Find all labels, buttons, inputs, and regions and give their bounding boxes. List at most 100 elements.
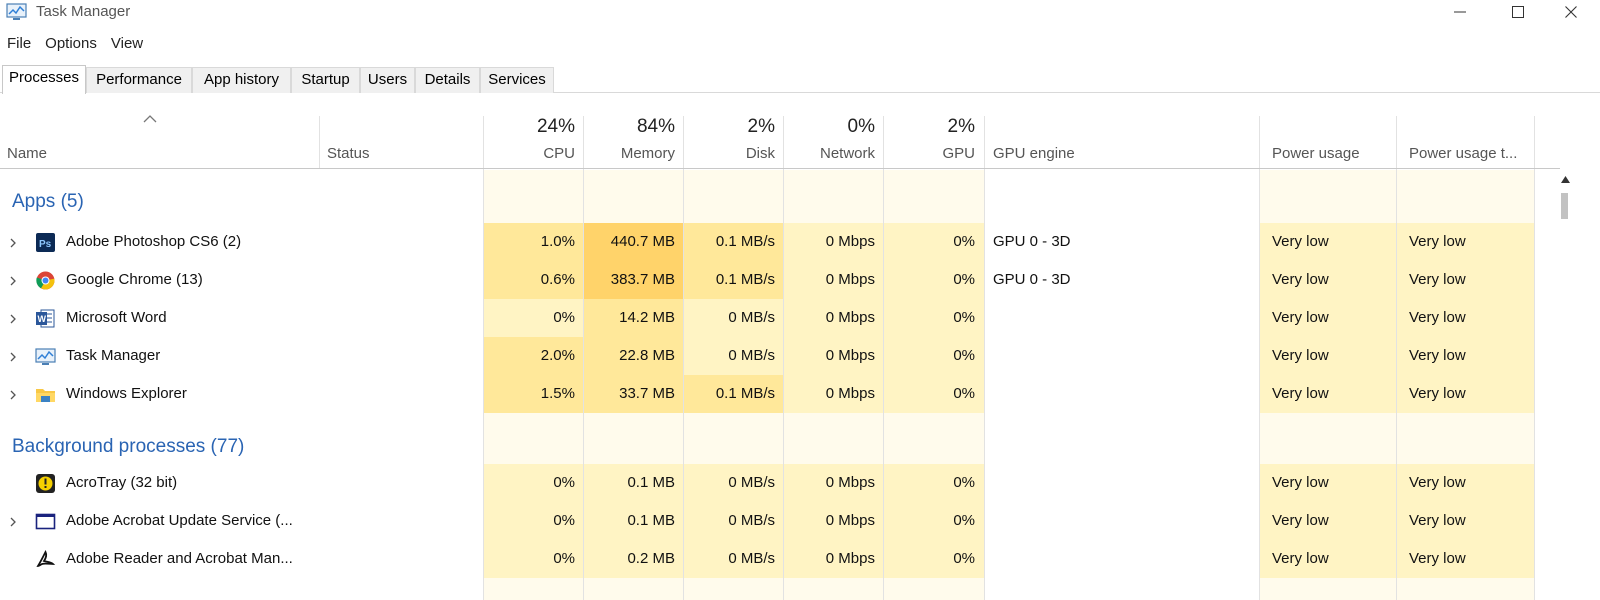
process-name[interactable]: Adobe Photoshop CS6 (2) — [66, 223, 316, 261]
expand-chevron-icon[interactable] — [7, 312, 19, 324]
cell-network: 0 Mbps — [825, 309, 875, 326]
group-background-title[interactable]: Background processes (77) — [12, 436, 244, 458]
tab-app-history[interactable]: App history — [192, 67, 291, 93]
task-manager-icon — [35, 346, 56, 367]
column-header-status[interactable]: Status — [327, 145, 370, 162]
cell-cpu: 0% — [553, 309, 575, 326]
acrobat-icon — [35, 549, 56, 570]
cell-gpu: 0% — [953, 309, 975, 326]
cell-power: Very low — [1272, 474, 1329, 491]
service-window-icon — [35, 511, 56, 532]
cell-gpu: 0% — [953, 474, 975, 491]
cell-cpu: 0% — [553, 474, 575, 491]
process-name[interactable]: Task Manager — [66, 337, 316, 375]
column-header-disk[interactable]: Disk — [683, 145, 775, 162]
chrome-icon — [35, 270, 56, 291]
cell-power: Very low — [1272, 271, 1329, 288]
process-name[interactable]: AcroTray (32 bit) — [66, 464, 316, 502]
folder-icon — [35, 384, 56, 405]
menu-file[interactable]: File — [0, 33, 38, 55]
cell-gpu-engine — [993, 540, 1253, 578]
cell-gpu: 0% — [953, 512, 975, 529]
column-header-memory[interactable]: Memory — [583, 145, 675, 162]
cell-gpu-engine: GPU 0 - 3D — [993, 271, 1071, 288]
cell-gpu: 0% — [953, 550, 975, 567]
disk-total-percent: 2% — [747, 116, 775, 137]
cell-power-trend: Very low — [1409, 385, 1466, 402]
cell-power-trend: Very low — [1409, 233, 1466, 250]
group-apps-title[interactable]: Apps (5) — [12, 191, 84, 213]
tab-users[interactable]: Users — [360, 67, 415, 93]
expand-chevron-icon[interactable] — [7, 350, 19, 362]
close-button[interactable] — [1551, 0, 1591, 24]
cell-power: Very low — [1272, 309, 1329, 326]
tab-services[interactable]: Services — [480, 67, 554, 93]
cell-network: 0 Mbps — [825, 512, 875, 529]
cell-disk: 0 MB/s — [728, 512, 775, 529]
cell-power-trend: Very low — [1409, 309, 1466, 326]
cell-gpu: 0% — [953, 347, 975, 364]
cell-cpu: 2.0% — [540, 347, 575, 364]
cell-memory: 33.7 MB — [619, 385, 675, 402]
column-divider — [1534, 116, 1535, 600]
cell-network: 0 Mbps — [825, 271, 875, 288]
expand-chevron-icon[interactable] — [7, 388, 19, 400]
scrollbar-thumb[interactable] — [1561, 193, 1568, 219]
cell-gpu-engine — [993, 375, 1253, 413]
cell-memory: 0.2 MB — [627, 550, 675, 567]
menu-options[interactable]: Options — [38, 33, 104, 55]
scroll-up-arrow-icon[interactable] — [1561, 176, 1570, 183]
cell-cpu: 0% — [553, 550, 575, 567]
cell-power: Very low — [1272, 385, 1329, 402]
acrotray-icon — [35, 473, 56, 494]
cell-disk: 0.1 MB/s — [715, 271, 775, 288]
cell-memory: 383.7 MB — [610, 271, 675, 288]
cell-power: Very low — [1272, 512, 1329, 529]
column-header-gpu[interactable]: GPU — [883, 145, 975, 162]
cell-gpu: 0% — [953, 233, 975, 250]
column-header-gpu-engine[interactable]: GPU engine — [993, 145, 1075, 162]
minimize-button[interactable] — [1437, 0, 1483, 24]
gpu-total-percent: 2% — [947, 116, 975, 137]
process-name[interactable]: Adobe Reader and Acrobat Man... — [66, 540, 316, 578]
cell-gpu-engine: GPU 0 - 3D — [993, 233, 1071, 250]
cpu-total-percent: 24% — [536, 116, 575, 137]
column-divider — [984, 116, 985, 600]
process-name[interactable]: Windows Explorer — [66, 375, 316, 413]
maximize-button[interactable] — [1495, 0, 1541, 24]
cell-memory: 14.2 MB — [619, 309, 675, 326]
menu-view[interactable]: View — [104, 33, 150, 55]
process-name[interactable]: Microsoft Word — [66, 299, 316, 337]
tab-performance[interactable]: Performance — [86, 67, 192, 93]
process-name[interactable]: Adobe Acrobat Update Service (... — [66, 502, 316, 540]
column-divider — [1259, 116, 1260, 600]
cell-network: 0 Mbps — [825, 474, 875, 491]
cell-cpu: 1.5% — [540, 385, 575, 402]
cell-gpu: 0% — [953, 271, 975, 288]
network-total-percent: 0% — [847, 116, 875, 137]
cell-power: Very low — [1272, 347, 1329, 364]
tab-startup[interactable]: Startup — [291, 67, 360, 93]
expand-chevron-icon[interactable] — [7, 515, 19, 527]
cell-power-trend: Very low — [1409, 512, 1466, 529]
cell-memory: 440.7 MB — [610, 233, 675, 250]
cell-gpu-engine — [993, 502, 1253, 540]
title-bar: Task Manager — [0, 0, 1600, 26]
column-header-cpu[interactable]: CPU — [483, 145, 575, 162]
tab-processes[interactable]: Processes — [2, 65, 86, 94]
column-header-power-usage[interactable]: Power usage — [1272, 145, 1360, 162]
cell-cpu: 1.0% — [540, 233, 575, 250]
cell-gpu-engine — [993, 464, 1253, 502]
cell-memory: 22.8 MB — [619, 347, 675, 364]
cell-gpu-engine — [993, 337, 1253, 375]
expand-chevron-icon[interactable] — [7, 274, 19, 286]
column-header-power-usage-trend[interactable]: Power usage t... — [1409, 145, 1517, 162]
tab-details[interactable]: Details — [415, 67, 480, 93]
column-header-network[interactable]: Network — [783, 145, 875, 162]
process-name[interactable]: Google Chrome (13) — [66, 261, 316, 299]
column-divider — [319, 116, 320, 168]
svg-text:Ps: Ps — [39, 239, 52, 250]
sort-ascending-icon[interactable] — [143, 114, 157, 124]
column-header-name[interactable]: Name — [7, 145, 47, 162]
expand-chevron-icon[interactable] — [7, 236, 19, 248]
